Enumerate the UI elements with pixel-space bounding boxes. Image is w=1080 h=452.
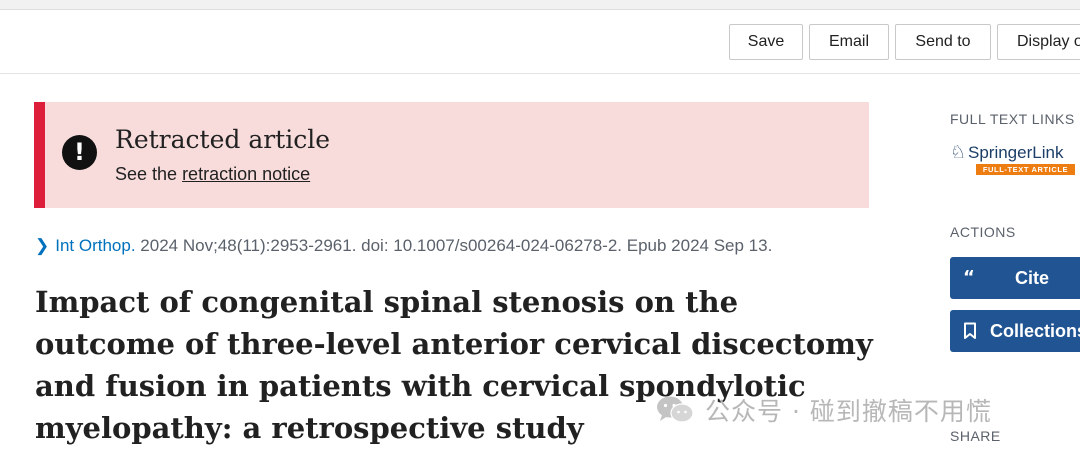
actions-heading: ACTIONS [950, 224, 1016, 240]
cite-button[interactable]: “ Cite [950, 257, 1080, 299]
full-text-links-heading: FULL TEXT LINKS [950, 111, 1075, 127]
citation-details: 2024 Nov;48(11):2953-2961. doi: 10.1007/… [135, 236, 773, 255]
springer-horse-icon: ♘ [950, 142, 967, 163]
browser-top-strip [0, 0, 1080, 10]
collections-label: Collections [990, 321, 1080, 341]
retraction-prefix: See the [115, 164, 183, 184]
quote-icon: “ [963, 267, 975, 288]
save-button[interactable]: Save [729, 24, 803, 60]
exclamation-circle-icon: ! [62, 135, 97, 170]
collections-button[interactable]: Collections [950, 310, 1080, 352]
full-text-article-tag: FULL-TEXT ARTICLE [976, 164, 1075, 175]
bookmark-icon [963, 310, 977, 340]
share-heading: SHARE [950, 428, 1001, 444]
watermark-text: 公众号 · 碰到撤稿不用慌 [705, 397, 992, 426]
retraction-title: Retracted article [115, 125, 331, 154]
springerlink-logo-link[interactable]: ♘ SpringerLink FULL-TEXT ARTICLE [950, 142, 1075, 178]
display-options-button[interactable]: Display o [997, 24, 1080, 60]
springerlink-logo: ♘ SpringerLink [950, 142, 1063, 165]
retraction-notice: ! Retracted article See the retraction n… [34, 102, 869, 208]
wechat-icon [657, 396, 694, 423]
chevron-right-icon[interactable]: ❯ [35, 236, 49, 255]
email-button[interactable]: Email [809, 24, 889, 60]
cite-label: Cite [1015, 268, 1050, 288]
retraction-subtext: See the retraction notice [115, 164, 310, 185]
springerlink-name: SpringerLink [968, 143, 1064, 162]
citation-line: ❯ Int Orthop. 2024 Nov;48(11):2953-2961. … [35, 236, 772, 256]
send-to-button[interactable]: Send to [895, 24, 991, 60]
retraction-notice-link[interactable]: retraction notice [182, 164, 310, 184]
article-toolbar: Save Email Send to Display o [0, 10, 1080, 74]
journal-link[interactable]: Int Orthop. [55, 236, 135, 255]
